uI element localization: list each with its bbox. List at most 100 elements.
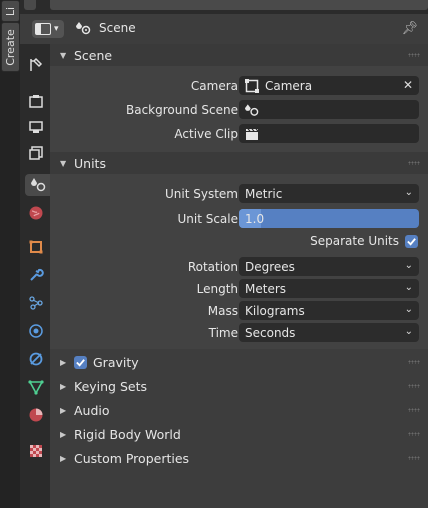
keying-sets-panel-header[interactable]: ▶ Keying Sets [50, 375, 428, 397]
mass-value: Kilograms [245, 303, 305, 318]
chevron-right-icon: ▶ [60, 453, 67, 463]
chevron-down-icon: ⌄ [404, 187, 413, 198]
tab-texture[interactable] [25, 440, 47, 462]
tab-output[interactable] [25, 116, 47, 138]
length-label: Length [196, 282, 238, 296]
background-scene-label: Background Scene [126, 103, 238, 117]
properties-content: ▼ Scene Camera Camera ✕ Background Scene… [50, 44, 428, 508]
rotation-value: Degrees [245, 259, 295, 274]
rigid-body-panel-header[interactable]: ▶ Rigid Body World [50, 423, 428, 445]
unit-system-select[interactable]: Metric ⌄ [239, 184, 419, 203]
tab-object[interactable] [25, 236, 47, 258]
tab-data[interactable] [25, 376, 47, 398]
tab-create-label: Create [4, 28, 17, 66]
units-panel-title: Units [74, 155, 106, 171]
length-value: Meters [245, 281, 287, 296]
background-scene-field[interactable] [239, 100, 419, 119]
area-header [20, 0, 428, 14]
drag-handle-icon[interactable] [408, 53, 420, 57]
chevron-down-icon: ▾ [54, 24, 59, 34]
mass-label: Mass [207, 304, 238, 318]
time-label: Time [208, 326, 238, 340]
unit-system-value: Metric [245, 186, 283, 201]
tab-constraints[interactable] [25, 348, 47, 370]
pin-icon[interactable]: 📌︎ [401, 21, 418, 36]
scene-icon [30, 178, 45, 192]
tab-li[interactable]: Li [1, 0, 20, 22]
custom-properties-title: Custom Properties [74, 450, 190, 466]
length-row: Length Meters ⌄ [50, 279, 428, 299]
material-icon [29, 408, 43, 422]
drag-handle-icon[interactable] [408, 408, 420, 412]
audio-title: Audio [74, 402, 110, 418]
drag-handle-icon[interactable] [408, 456, 420, 460]
camera-field[interactable]: Camera ✕ [239, 76, 419, 95]
background-scene-row: Background Scene [50, 100, 428, 120]
separate-units-label: Separate Units [310, 234, 399, 248]
time-select[interactable]: Seconds ⌄ [239, 323, 419, 342]
unit-scale-value: 1.0 [245, 211, 265, 226]
custom-properties-panel-header[interactable]: ▶ Custom Properties [50, 447, 428, 469]
rotation-select[interactable]: Degrees ⌄ [239, 257, 419, 276]
chevron-right-icon: ▶ [60, 357, 67, 367]
gravity-panel-header[interactable]: ▶ Gravity [50, 351, 428, 373]
scene-panel-title: Scene [74, 47, 113, 63]
output-icon [29, 121, 43, 133]
camera-value: Camera [265, 78, 313, 93]
area-bar [50, 0, 428, 10]
mass-select[interactable]: Kilograms ⌄ [239, 301, 419, 320]
tool-icon [30, 57, 43, 71]
tab-material[interactable] [25, 404, 47, 426]
unit-scale-label: Unit Scale [177, 212, 238, 226]
tab-physics[interactable] [25, 320, 47, 342]
tab-tool[interactable] [25, 54, 47, 76]
scene-panel-body: Camera Camera ✕ Background Scene Active … [50, 66, 428, 152]
active-clip-field[interactable] [239, 124, 419, 143]
drag-handle-icon[interactable] [408, 161, 420, 165]
camera-row: Camera Camera ✕ [50, 76, 428, 96]
unit-system-row: Unit System Metric ⌄ [50, 184, 428, 204]
clear-icon[interactable]: ✕ [403, 78, 413, 92]
gravity-checkbox[interactable] [74, 355, 87, 369]
area-corner [24, 0, 36, 10]
tab-li-label: Li [4, 6, 17, 16]
chevron-down-icon: ▼ [60, 50, 67, 60]
audio-panel-header[interactable]: ▶ Audio [50, 399, 428, 421]
tab-world[interactable] [25, 202, 47, 224]
properties-tabs [20, 44, 50, 508]
chevron-down-icon: ⌄ [404, 326, 413, 337]
chevron-down-icon: ▼ [60, 158, 67, 168]
properties-editor-icon [35, 23, 51, 35]
separate-units-checkbox[interactable] [405, 234, 418, 248]
separate-units-row: Separate Units [310, 234, 418, 248]
physics-icon [29, 324, 43, 338]
units-panel-header[interactable]: ▼ Units [50, 152, 428, 174]
rigid-body-title: Rigid Body World [74, 426, 181, 442]
tab-view-layer[interactable] [25, 142, 47, 164]
chevron-right-icon: ▶ [60, 405, 67, 415]
rotation-label: Rotation [187, 260, 238, 274]
drag-handle-icon[interactable] [408, 360, 420, 364]
mass-row: Mass Kilograms ⌄ [50, 301, 428, 321]
tab-modifiers[interactable] [25, 264, 47, 286]
chevron-down-icon: ⌄ [404, 304, 413, 315]
tab-create[interactable]: Create [1, 22, 20, 72]
scene-panel-header[interactable]: ▼ Scene [50, 44, 428, 66]
units-panel-body: Unit System Metric ⌄ Unit Scale 1.0 Sepa… [50, 174, 428, 349]
tab-render[interactable] [25, 90, 47, 112]
drag-handle-icon[interactable] [408, 432, 420, 436]
editor-type-button[interactable]: ▾ [32, 20, 64, 38]
particles-icon [29, 296, 43, 310]
length-select[interactable]: Meters ⌄ [239, 279, 419, 298]
tab-particles[interactable] [25, 292, 47, 314]
chevron-right-icon: ▶ [60, 429, 67, 439]
checkmark-icon [76, 358, 85, 367]
camera-object-icon [245, 78, 259, 93]
checkmark-icon [407, 237, 416, 246]
scene-icon [76, 22, 91, 35]
texture-icon [30, 445, 42, 457]
tab-scene[interactable] [25, 174, 50, 196]
object-icon [29, 240, 43, 254]
unit-scale-slider[interactable]: 1.0 [239, 209, 419, 228]
drag-handle-icon[interactable] [408, 384, 420, 388]
